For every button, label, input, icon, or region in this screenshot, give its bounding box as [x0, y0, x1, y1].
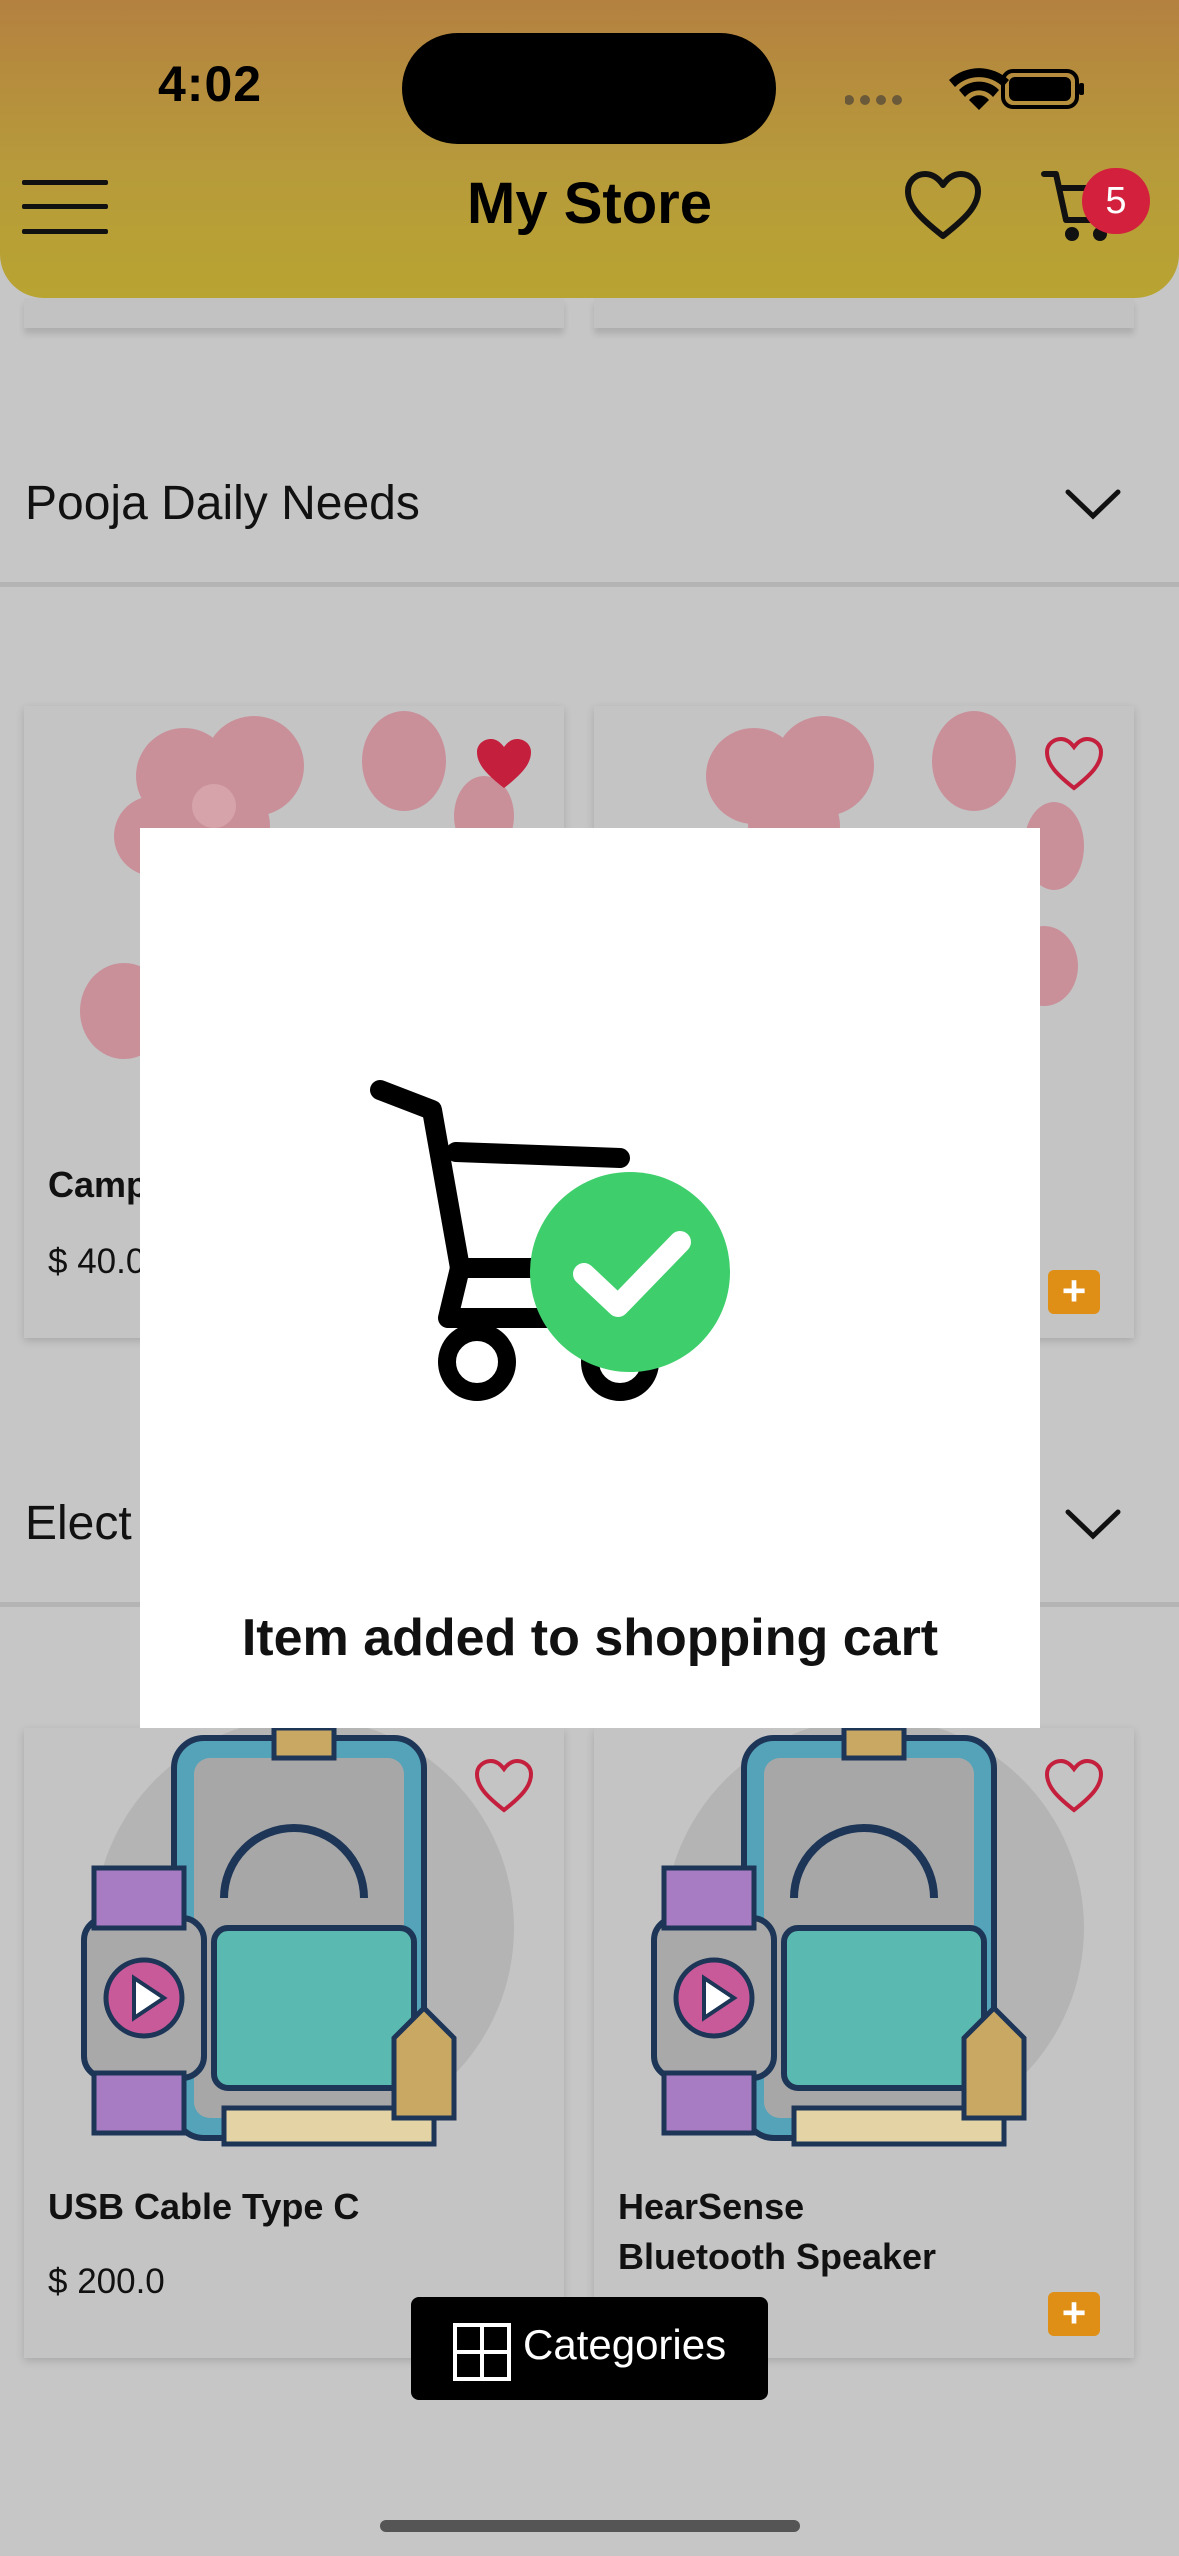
cart-added-icon — [370, 1080, 730, 1401]
product-card-partial — [594, 298, 1134, 328]
favorite-heart-filled-icon[interactable] — [474, 736, 534, 792]
home-indicator[interactable] — [380, 2520, 800, 2532]
favorite-heart-icon[interactable] — [474, 1758, 534, 1814]
product-name: HearSense Bluetooth Speaker — [618, 2186, 937, 2277]
add-to-cart-button[interactable]: + — [1048, 2292, 1100, 2336]
favorite-heart-icon[interactable] — [1044, 1758, 1104, 1814]
add-to-cart-button[interactable]: + — [1048, 1270, 1100, 1314]
section-title-electronics: Elect — [25, 1497, 132, 1550]
favorite-heart-icon[interactable] — [1044, 736, 1104, 792]
product-card[interactable]: HearSense Bluetooth Speaker + — [594, 1728, 1134, 2358]
store-title: My Store — [467, 171, 712, 236]
signal-dots-icon — [845, 95, 902, 105]
section-divider — [0, 582, 1179, 587]
product-price: $ 200.0 — [48, 2262, 165, 2301]
electronics-product-image — [651, 1728, 1084, 2147]
product-name: USB Cable Type C — [48, 2186, 360, 2227]
chevron-down-icon[interactable] — [1064, 1508, 1122, 1542]
chevron-down-icon[interactable] — [1064, 488, 1122, 522]
wifi-icon — [949, 68, 1009, 110]
section-title-pooja: Pooja Daily Needs — [25, 477, 420, 530]
grid-icon — [453, 2323, 511, 2381]
categories-label: Categories — [523, 2321, 727, 2368]
product-card-partial — [24, 298, 564, 328]
wishlist-heart-icon[interactable] — [904, 170, 982, 242]
dialog-message: Item added to shopping cart — [241, 1609, 939, 1667]
product-name: Camp — [48, 1164, 149, 1205]
cart-confirmation-dialog[interactable]: Item added to shopping cart — [140, 828, 1040, 1728]
categories-button[interactable]: Categories — [411, 2297, 768, 2400]
status-icons — [845, 68, 1084, 110]
battery-icon — [1001, 69, 1084, 109]
dynamic-island — [402, 33, 776, 144]
status-time: 4:02 — [158, 56, 263, 112]
product-price: $ 40.0 — [48, 1242, 146, 1281]
cart-count-badge: 5 — [1082, 168, 1150, 234]
product-card[interactable]: USB Cable Type C $ 200.0 — [24, 1728, 564, 2358]
electronics-product-image — [81, 1728, 514, 2147]
